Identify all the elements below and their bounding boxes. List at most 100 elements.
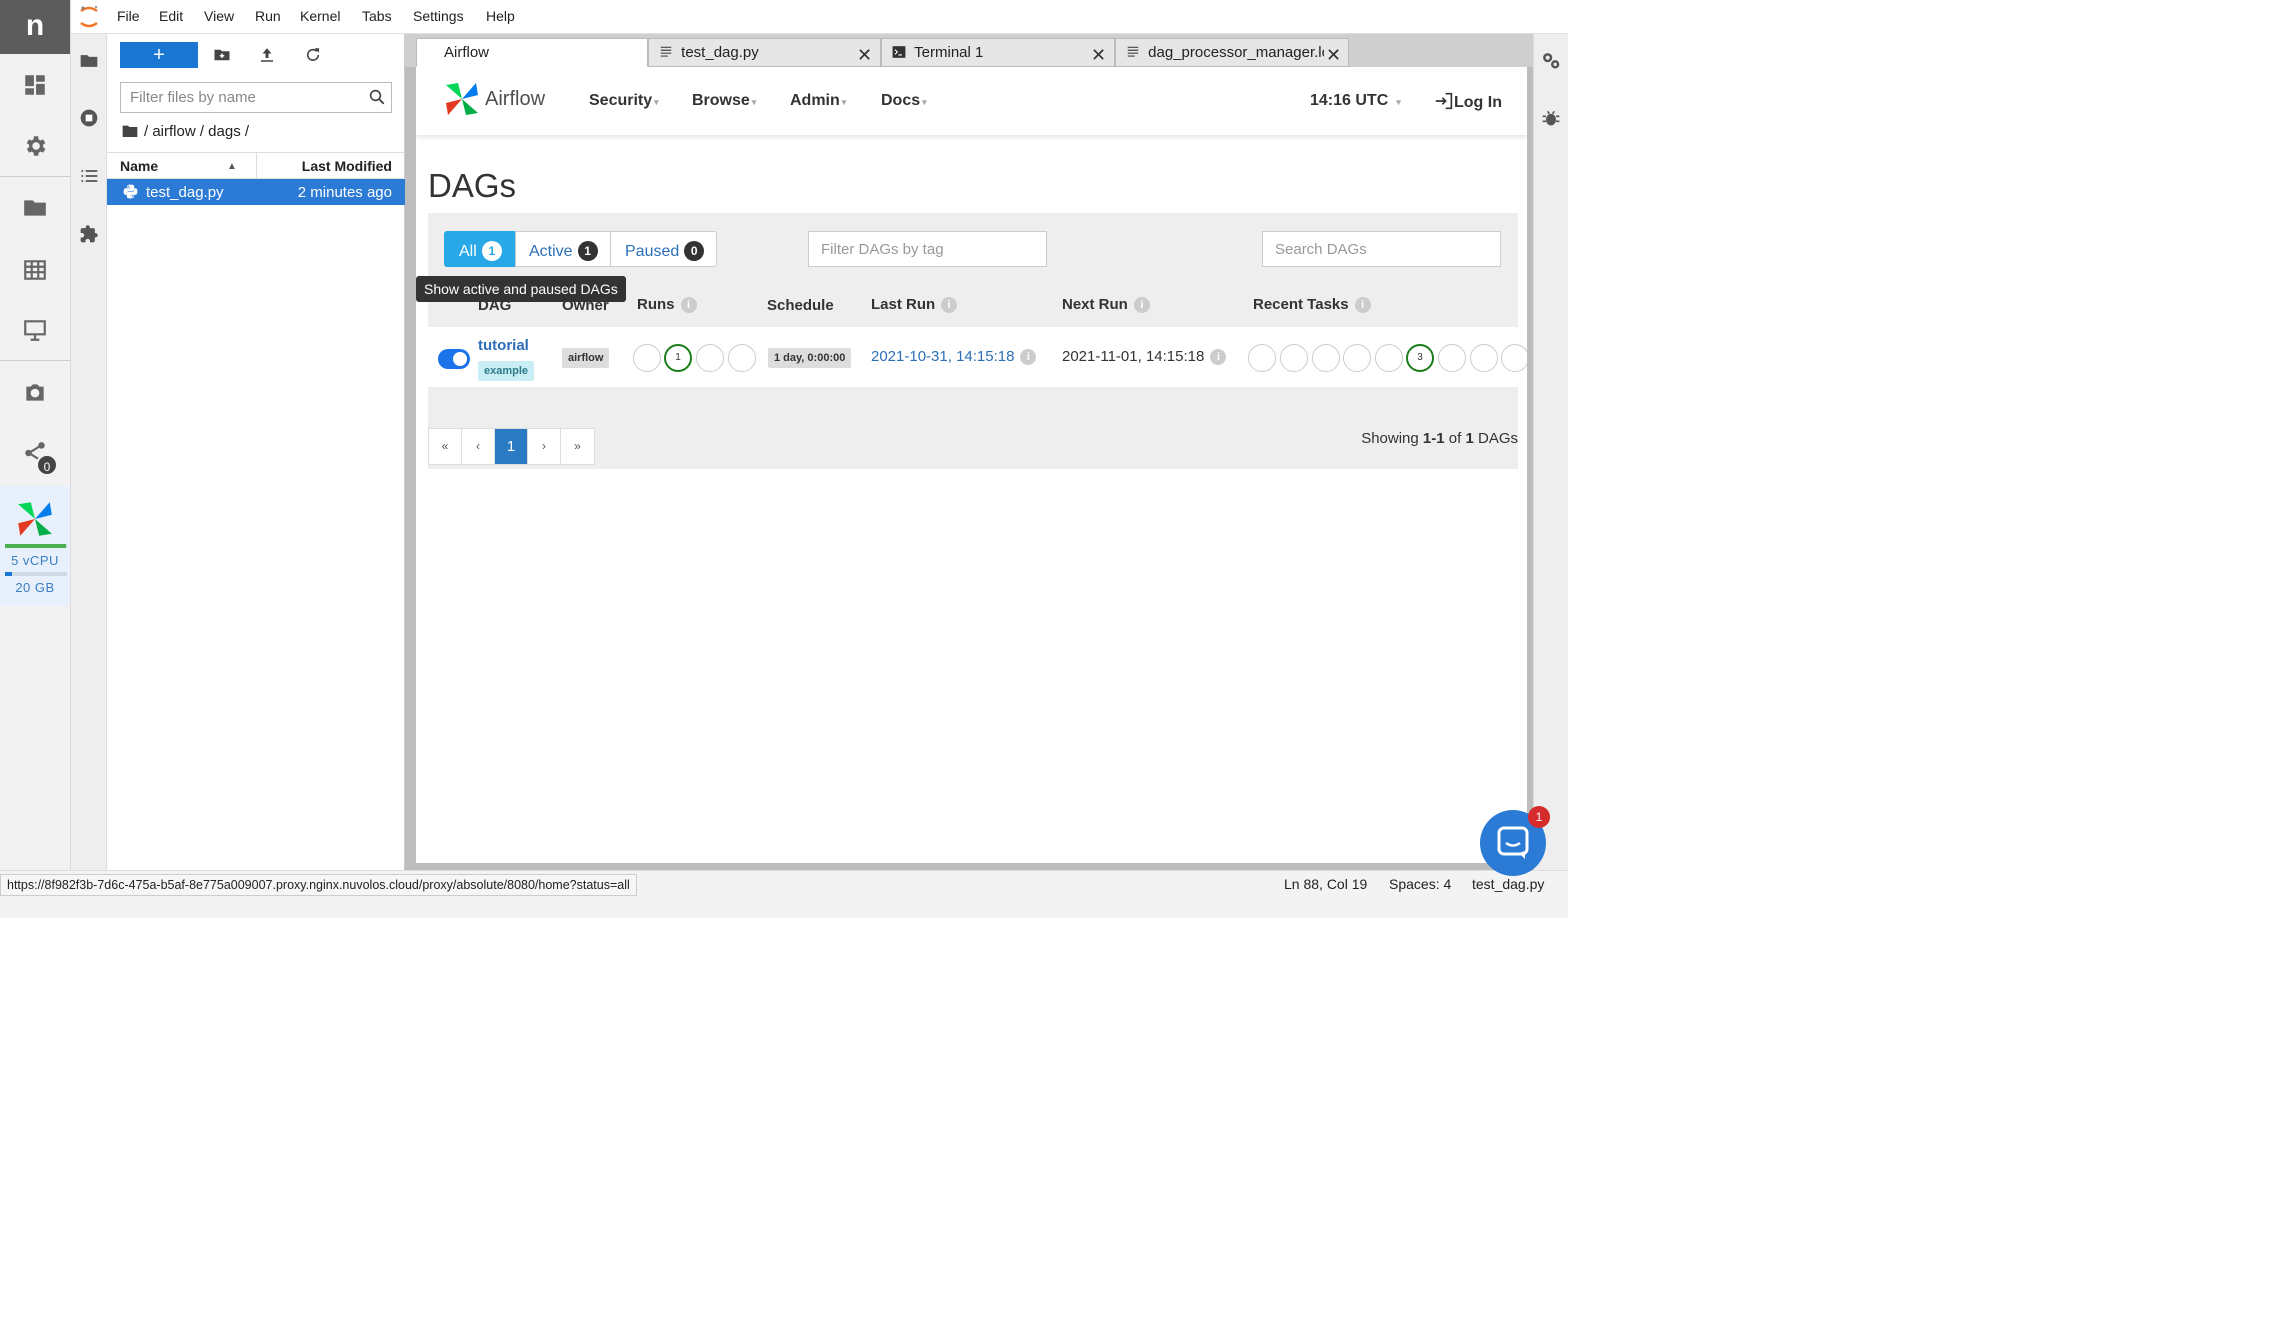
filter-active-button[interactable]: Active 1 xyxy=(515,231,611,267)
nav-admin[interactable]: Admin ▾ xyxy=(790,92,846,110)
tab-test-dag[interactable]: test_dag.py ✕ xyxy=(648,38,881,67)
pager-current[interactable]: 1 xyxy=(495,429,528,464)
indent-setting[interactable]: Spaces: 4 xyxy=(1389,876,1451,892)
info-icon[interactable]: i xyxy=(1133,297,1150,313)
task-state-circle[interactable] xyxy=(1470,344,1498,372)
info-icon[interactable]: i xyxy=(1020,349,1037,365)
tab-airflow[interactable]: Airflow xyxy=(416,38,648,67)
airflow-brand[interactable]: Airflow xyxy=(485,88,545,111)
task-state-circle[interactable] xyxy=(1312,344,1340,372)
file-browser-tab-icon[interactable] xyxy=(79,51,99,71)
close-icon[interactable]: ✕ xyxy=(857,45,872,66)
task-state-circle[interactable] xyxy=(1375,344,1403,372)
terminal-icon xyxy=(892,45,906,59)
cpu-label: 5 vCPU xyxy=(11,553,59,568)
name-column-header[interactable]: Name xyxy=(120,158,158,174)
new-folder-icon[interactable] xyxy=(213,46,231,64)
app-rail: n 0 5 vCPU 20 GB xyxy=(0,0,71,918)
dag-row: tutorial example airflow 1 1 day, 0:00:0… xyxy=(428,327,1527,387)
col-schedule[interactable]: Schedule xyxy=(767,297,834,314)
run-state-circle[interactable]: 1 xyxy=(664,344,692,372)
file-list-header: Name ▲ Last Modified xyxy=(107,152,405,179)
menu-view[interactable]: View xyxy=(204,8,234,24)
task-state-circle[interactable] xyxy=(1280,344,1308,372)
main-dock-area: Airflow test_dag.py ✕ Terminal 1 ✕ dag_p… xyxy=(405,34,1533,870)
info-icon[interactable]: i xyxy=(1210,349,1227,365)
dag-search-input[interactable] xyxy=(1262,231,1501,267)
info-icon[interactable]: i xyxy=(680,297,697,313)
run-state-circle[interactable] xyxy=(696,344,724,372)
stop-icon[interactable] xyxy=(79,108,99,128)
modified-column-header[interactable]: Last Modified xyxy=(302,158,392,174)
puzzle-icon[interactable] xyxy=(79,224,99,244)
last-run-link[interactable]: 2021-10-31, 14:15:18 i xyxy=(871,348,1037,365)
file-filter-input[interactable] xyxy=(120,82,392,113)
breadcrumb-path[interactable]: / airflow / dags / xyxy=(144,123,249,140)
camera-icon[interactable] xyxy=(22,379,48,405)
folder-icon[interactable] xyxy=(122,124,138,138)
menu-edit[interactable]: Edit xyxy=(159,8,183,24)
pager-first[interactable]: « xyxy=(429,429,462,464)
refresh-icon[interactable] xyxy=(304,46,322,64)
upload-icon[interactable] xyxy=(258,46,276,64)
pager-next[interactable]: › xyxy=(528,429,561,464)
monitor-icon[interactable] xyxy=(22,317,48,343)
login-link[interactable]: Log In xyxy=(1434,92,1502,112)
filter-paused-button[interactable]: Paused 0 xyxy=(610,231,717,267)
dashboard-icon[interactable] xyxy=(22,72,48,98)
col-next-run[interactable]: Next Run i xyxy=(1062,296,1150,313)
breadcrumb[interactable]: / airflow / dags / xyxy=(122,123,249,140)
task-state-circle[interactable] xyxy=(1343,344,1371,372)
menu-settings[interactable]: Settings xyxy=(413,8,464,24)
table-icon[interactable] xyxy=(22,257,48,283)
col-last-run[interactable]: Last Run i xyxy=(871,296,958,313)
new-launcher-button[interactable]: + xyxy=(120,42,198,68)
info-icon[interactable]: i xyxy=(1354,297,1371,313)
nav-security[interactable]: Security ▾ xyxy=(589,92,659,110)
timezone-clock[interactable]: 14:16 UTC ▾ xyxy=(1310,92,1401,110)
pager-prev[interactable]: ‹ xyxy=(462,429,495,464)
folder-icon[interactable] xyxy=(22,195,48,221)
document-tab-bar: Airflow test_dag.py ✕ Terminal 1 ✕ dag_p… xyxy=(405,34,1533,67)
tab-terminal[interactable]: Terminal 1 ✕ xyxy=(881,38,1115,67)
paused-count: 0 xyxy=(684,241,705,261)
run-state-circle[interactable] xyxy=(728,344,756,372)
menu-file[interactable]: File xyxy=(117,8,140,24)
airflow-webview: Airflow Security ▾ Browse ▾ Admin ▾ Docs ▾ 1… xyxy=(416,67,1527,863)
nav-browse[interactable]: Browse ▾ xyxy=(692,92,756,110)
nav-docs[interactable]: Docs ▾ xyxy=(881,92,927,110)
airflow-logo-icon[interactable] xyxy=(442,79,482,119)
close-icon[interactable]: ✕ xyxy=(1091,45,1106,66)
task-state-circle[interactable] xyxy=(1248,344,1276,372)
cursor-position[interactable]: Ln 88, Col 19 xyxy=(1284,876,1367,892)
debugger-icon[interactable] xyxy=(1541,108,1561,128)
list-icon[interactable] xyxy=(79,166,99,186)
tag-filter-input[interactable] xyxy=(808,231,1047,267)
gear-icon[interactable] xyxy=(22,133,48,159)
tab-dag-processor-log[interactable]: dag_processor_manager.lo ✕ xyxy=(1115,38,1349,67)
active-count: 1 xyxy=(577,241,598,261)
file-name[interactable]: test_dag.py xyxy=(146,184,224,201)
task-state-circle[interactable] xyxy=(1501,344,1527,372)
task-state-circle[interactable] xyxy=(1438,344,1466,372)
dag-pause-toggle[interactable] xyxy=(438,349,470,369)
dag-schedule[interactable]: 1 day, 0:00:00 xyxy=(768,348,852,368)
sort-ascending-icon[interactable]: ▲ xyxy=(227,161,237,172)
property-inspector-icon[interactable] xyxy=(1541,50,1561,72)
menu-kernel[interactable]: Kernel xyxy=(300,8,340,24)
info-icon[interactable]: i xyxy=(941,297,958,313)
pager-last[interactable]: » xyxy=(561,429,594,464)
dag-tag[interactable]: example xyxy=(478,361,535,381)
menu-run[interactable]: Run xyxy=(255,8,281,24)
dag-name-link[interactable]: tutorial xyxy=(478,337,529,354)
run-state-circle[interactable] xyxy=(633,344,661,372)
menu-tabs[interactable]: Tabs xyxy=(362,8,392,24)
rail-divider xyxy=(0,176,70,177)
file-row[interactable]: test_dag.py 2 minutes ago xyxy=(107,179,405,205)
task-state-circle[interactable]: 3 xyxy=(1406,344,1434,372)
close-icon[interactable]: ✕ xyxy=(1324,45,1342,66)
menu-help[interactable]: Help xyxy=(486,8,515,24)
nuvolos-logo[interactable]: n xyxy=(0,0,70,54)
resource-panel[interactable]: 5 vCPU 20 GB xyxy=(0,486,70,606)
filter-all-button[interactable]: All 1 xyxy=(444,231,516,267)
